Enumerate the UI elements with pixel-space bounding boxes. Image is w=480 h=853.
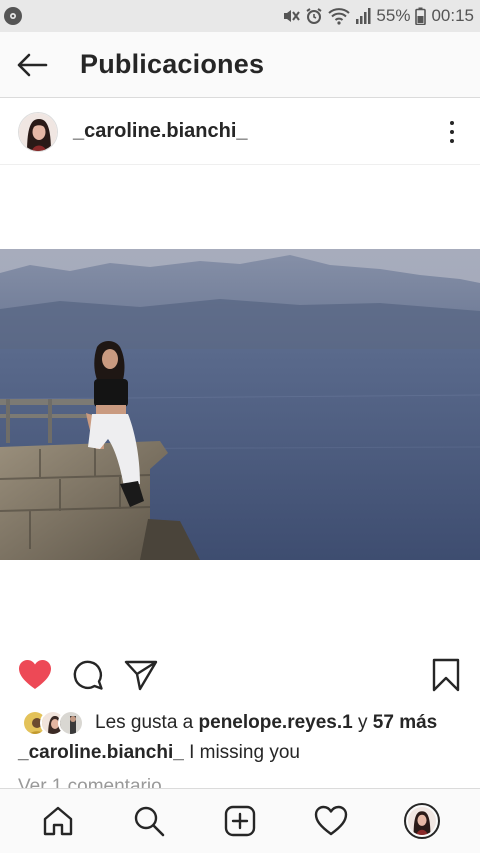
nav-activity[interactable] <box>306 796 356 846</box>
add-icon <box>224 805 256 837</box>
share-button[interactable] <box>121 655 161 695</box>
clock: 00:15 <box>431 6 474 25</box>
avatar[interactable] <box>18 111 58 152</box>
comment-icon <box>73 660 103 690</box>
mute-icon <box>284 10 301 22</box>
more-vertical-icon <box>450 121 454 125</box>
home-icon <box>43 806 72 836</box>
search-icon <box>134 806 165 837</box>
nav-home[interactable] <box>33 796 83 846</box>
profile-avatar <box>404 803 441 839</box>
send-icon <box>124 660 158 691</box>
status-bar: 55% 00:15 <box>0 0 480 32</box>
app-notification-icon <box>4 7 22 25</box>
more-options-button[interactable] <box>444 118 460 146</box>
liker-username[interactable]: penelope.reyes.1 <box>199 712 353 733</box>
post-username[interactable]: _caroline.bianchi_ <box>73 120 248 143</box>
battery-percent: 55% <box>376 6 411 25</box>
like-button[interactable] <box>15 655 55 695</box>
post-caption: _caroline.bianchi_ I missing you <box>18 742 300 764</box>
bookmark-icon <box>432 658 460 692</box>
nav-search[interactable] <box>124 796 174 846</box>
save-button[interactable] <box>426 655 466 695</box>
back-button[interactable] <box>0 32 64 98</box>
battery-icon <box>415 7 427 25</box>
activity-heart-icon <box>314 805 348 836</box>
likes-count[interactable]: 57 más <box>373 712 437 733</box>
comment-button[interactable] <box>68 655 108 695</box>
alarm-icon <box>306 8 322 24</box>
post-actions <box>0 655 480 699</box>
post-header: _caroline.bianchi_ <box>0 99 480 165</box>
liker-avatars <box>22 710 84 736</box>
wifi-icon <box>328 8 351 25</box>
nav-create[interactable] <box>215 796 265 846</box>
likes-text: Les gusta a penelope.reyes.1 y 57 más <box>95 712 438 733</box>
likes-summary[interactable]: Les gusta a penelope.reyes.1 y 57 más <box>22 708 437 738</box>
arrow-left-icon <box>17 53 48 76</box>
page-title: Publicaciones <box>80 49 265 79</box>
nav-profile[interactable] <box>397 796 447 846</box>
caption-username[interactable]: _caroline.bianchi_ <box>18 742 184 763</box>
bottom-nav <box>0 788 480 853</box>
heart-filled-icon <box>19 660 51 689</box>
post-photo[interactable] <box>0 249 480 560</box>
app-bar: Publicaciones <box>0 32 480 98</box>
signal-icon <box>356 8 371 24</box>
avatar <box>58 710 84 736</box>
caption-text: I missing you <box>189 742 300 763</box>
